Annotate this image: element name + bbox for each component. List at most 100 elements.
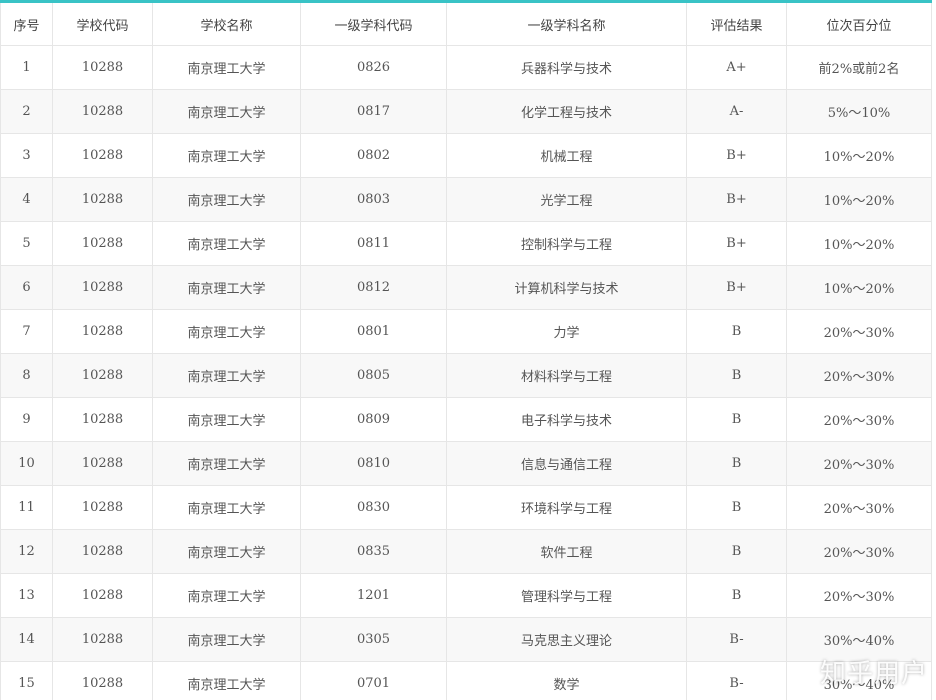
cell-index: 11 (0, 485, 53, 530)
cell-school-name: 南京理工大学 (152, 573, 301, 618)
cell-result: B+ (686, 265, 787, 310)
table-row: 13 10288 南京理工大学 1201 管理科学与工程 B 20%～30% (0, 573, 932, 618)
cell-discipline-code: 0801 (300, 309, 447, 354)
cell-percentile: 20%～30% (786, 573, 932, 618)
table-row: 4 10288 南京理工大学 0803 光学工程 B+ 10%～20% (0, 177, 932, 222)
cell-index: 3 (0, 133, 53, 178)
table-row: 1 10288 南京理工大学 0826 兵器科学与技术 A+ 前2%或前2名 (0, 45, 932, 90)
cell-school-code: 10288 (52, 397, 153, 442)
table-row: 2 10288 南京理工大学 0817 化学工程与技术 A- 5%～10% (0, 89, 932, 134)
cell-index: 4 (0, 177, 53, 222)
cell-discipline-name: 信息与通信工程 (446, 441, 687, 486)
cell-discipline-name: 化学工程与技术 (446, 89, 687, 134)
cell-percentile: 前2%或前2名 (786, 45, 932, 90)
cell-discipline-name: 环境科学与工程 (446, 485, 687, 530)
cell-school-name: 南京理工大学 (152, 221, 301, 266)
cell-result: B (686, 353, 787, 398)
cell-school-name: 南京理工大学 (152, 177, 301, 222)
cell-result: B+ (686, 133, 787, 178)
table-row: 7 10288 南京理工大学 0801 力学 B 20%～30% (0, 309, 932, 354)
cell-school-code: 10288 (52, 177, 153, 222)
cell-school-code: 10288 (52, 221, 153, 266)
cell-result: B+ (686, 177, 787, 222)
cell-index: 14 (0, 617, 53, 662)
table-row: 8 10288 南京理工大学 0805 材料科学与工程 B 20%～30% (0, 353, 932, 398)
header-row: 序号 学校代码 学校名称 一级学科代码 一级学科名称 评估结果 位次百分位 (0, 1, 932, 46)
cell-index: 10 (0, 441, 53, 486)
cell-index: 8 (0, 353, 53, 398)
cell-discipline-code: 0805 (300, 353, 447, 398)
table-body: 1 10288 南京理工大学 0826 兵器科学与技术 A+ 前2%或前2名 2 10288 南京… (0, 45, 932, 700)
cell-percentile: 20%～30% (786, 397, 932, 442)
cell-result: B (686, 309, 787, 354)
cell-discipline-code: 0810 (300, 441, 447, 486)
cell-discipline-code: 0802 (300, 133, 447, 178)
cell-school-name: 南京理工大学 (152, 45, 301, 90)
cell-discipline-code: 0811 (300, 221, 447, 266)
table-row: 3 10288 南京理工大学 0802 机械工程 B+ 10%～20% (0, 133, 932, 178)
cell-index: 13 (0, 573, 53, 618)
cell-percentile: 5%～10% (786, 89, 932, 134)
cell-discipline-code: 0809 (300, 397, 447, 442)
table-row: 12 10288 南京理工大学 0835 软件工程 B 20%～30% (0, 529, 932, 574)
cell-school-name: 南京理工大学 (152, 485, 301, 530)
cell-school-code: 10288 (52, 265, 153, 310)
cell-school-name: 南京理工大学 (152, 89, 301, 134)
cell-result: B (686, 573, 787, 618)
cell-discipline-name: 马克思主义理论 (446, 617, 687, 662)
cell-result: B (686, 529, 787, 574)
header-discipline-code: 一级学科代码 (300, 1, 447, 46)
cell-school-code: 10288 (52, 89, 153, 134)
table-row: 15 10288 南京理工大学 0701 数学 B- 30%～40% (0, 661, 932, 700)
cell-index: 5 (0, 221, 53, 266)
cell-school-code: 10288 (52, 573, 153, 618)
cell-discipline-code: 0817 (300, 89, 447, 134)
cell-percentile: 30%～40% (786, 617, 932, 662)
cell-discipline-code: 0835 (300, 529, 447, 574)
cell-discipline-name: 机械工程 (446, 133, 687, 178)
cell-discipline-name: 力学 (446, 309, 687, 354)
page: 序号 学校代码 学校名称 一级学科代码 一级学科名称 评估结果 位次百分位 11… (0, 0, 936, 700)
cell-discipline-code: 0701 (300, 661, 447, 700)
cell-index: 6 (0, 265, 53, 310)
cell-discipline-code: 0830 (300, 485, 447, 530)
cell-result: B- (686, 617, 787, 662)
cell-school-name: 南京理工大学 (152, 353, 301, 398)
cell-school-code: 10288 (52, 661, 153, 700)
cell-index: 15 (0, 661, 53, 700)
cell-school-name: 南京理工大学 (152, 265, 301, 310)
cell-school-name: 南京理工大学 (152, 661, 301, 700)
cell-discipline-name: 计算机科学与技术 (446, 265, 687, 310)
cell-percentile: 10%～20% (786, 265, 932, 310)
cell-index: 7 (0, 309, 53, 354)
cell-school-code: 10288 (52, 617, 153, 662)
cell-discipline-name: 数学 (446, 661, 687, 700)
cell-percentile: 20%～30% (786, 441, 932, 486)
cell-discipline-name: 光学工程 (446, 177, 687, 222)
cell-result: A- (686, 89, 787, 134)
cell-percentile: 30%～40% (786, 661, 932, 700)
header-index: 序号 (0, 1, 53, 46)
table-row: 10 10288 南京理工大学 0810 信息与通信工程 B 20%～30% (0, 441, 932, 486)
cell-discipline-name: 控制科学与工程 (446, 221, 687, 266)
table-header: 序号 学校代码 学校名称 一级学科代码 一级学科名称 评估结果 位次百分位 (0, 1, 932, 46)
cell-result: B- (686, 661, 787, 700)
cell-result: B+ (686, 221, 787, 266)
cell-school-code: 10288 (52, 309, 153, 354)
cell-discipline-code: 1201 (300, 573, 447, 618)
header-result: 评估结果 (686, 1, 787, 46)
cell-index: 12 (0, 529, 53, 574)
cell-discipline-name: 电子科学与技术 (446, 397, 687, 442)
cell-school-code: 10288 (52, 133, 153, 178)
cell-index: 2 (0, 89, 53, 134)
cell-result: B (686, 485, 787, 530)
table-row: 9 10288 南京理工大学 0809 电子科学与技术 B 20%～30% (0, 397, 932, 442)
cell-index: 9 (0, 397, 53, 442)
evaluation-table: 序号 学校代码 学校名称 一级学科代码 一级学科名称 评估结果 位次百分位 11… (0, 0, 932, 700)
cell-index: 1 (0, 45, 53, 90)
cell-percentile: 20%～30% (786, 485, 932, 530)
header-discipline-name: 一级学科名称 (446, 1, 687, 46)
table-row: 11 10288 南京理工大学 0830 环境科学与工程 B 20%～30% (0, 485, 932, 530)
cell-percentile: 10%～20% (786, 221, 932, 266)
cell-school-name: 南京理工大学 (152, 441, 301, 486)
